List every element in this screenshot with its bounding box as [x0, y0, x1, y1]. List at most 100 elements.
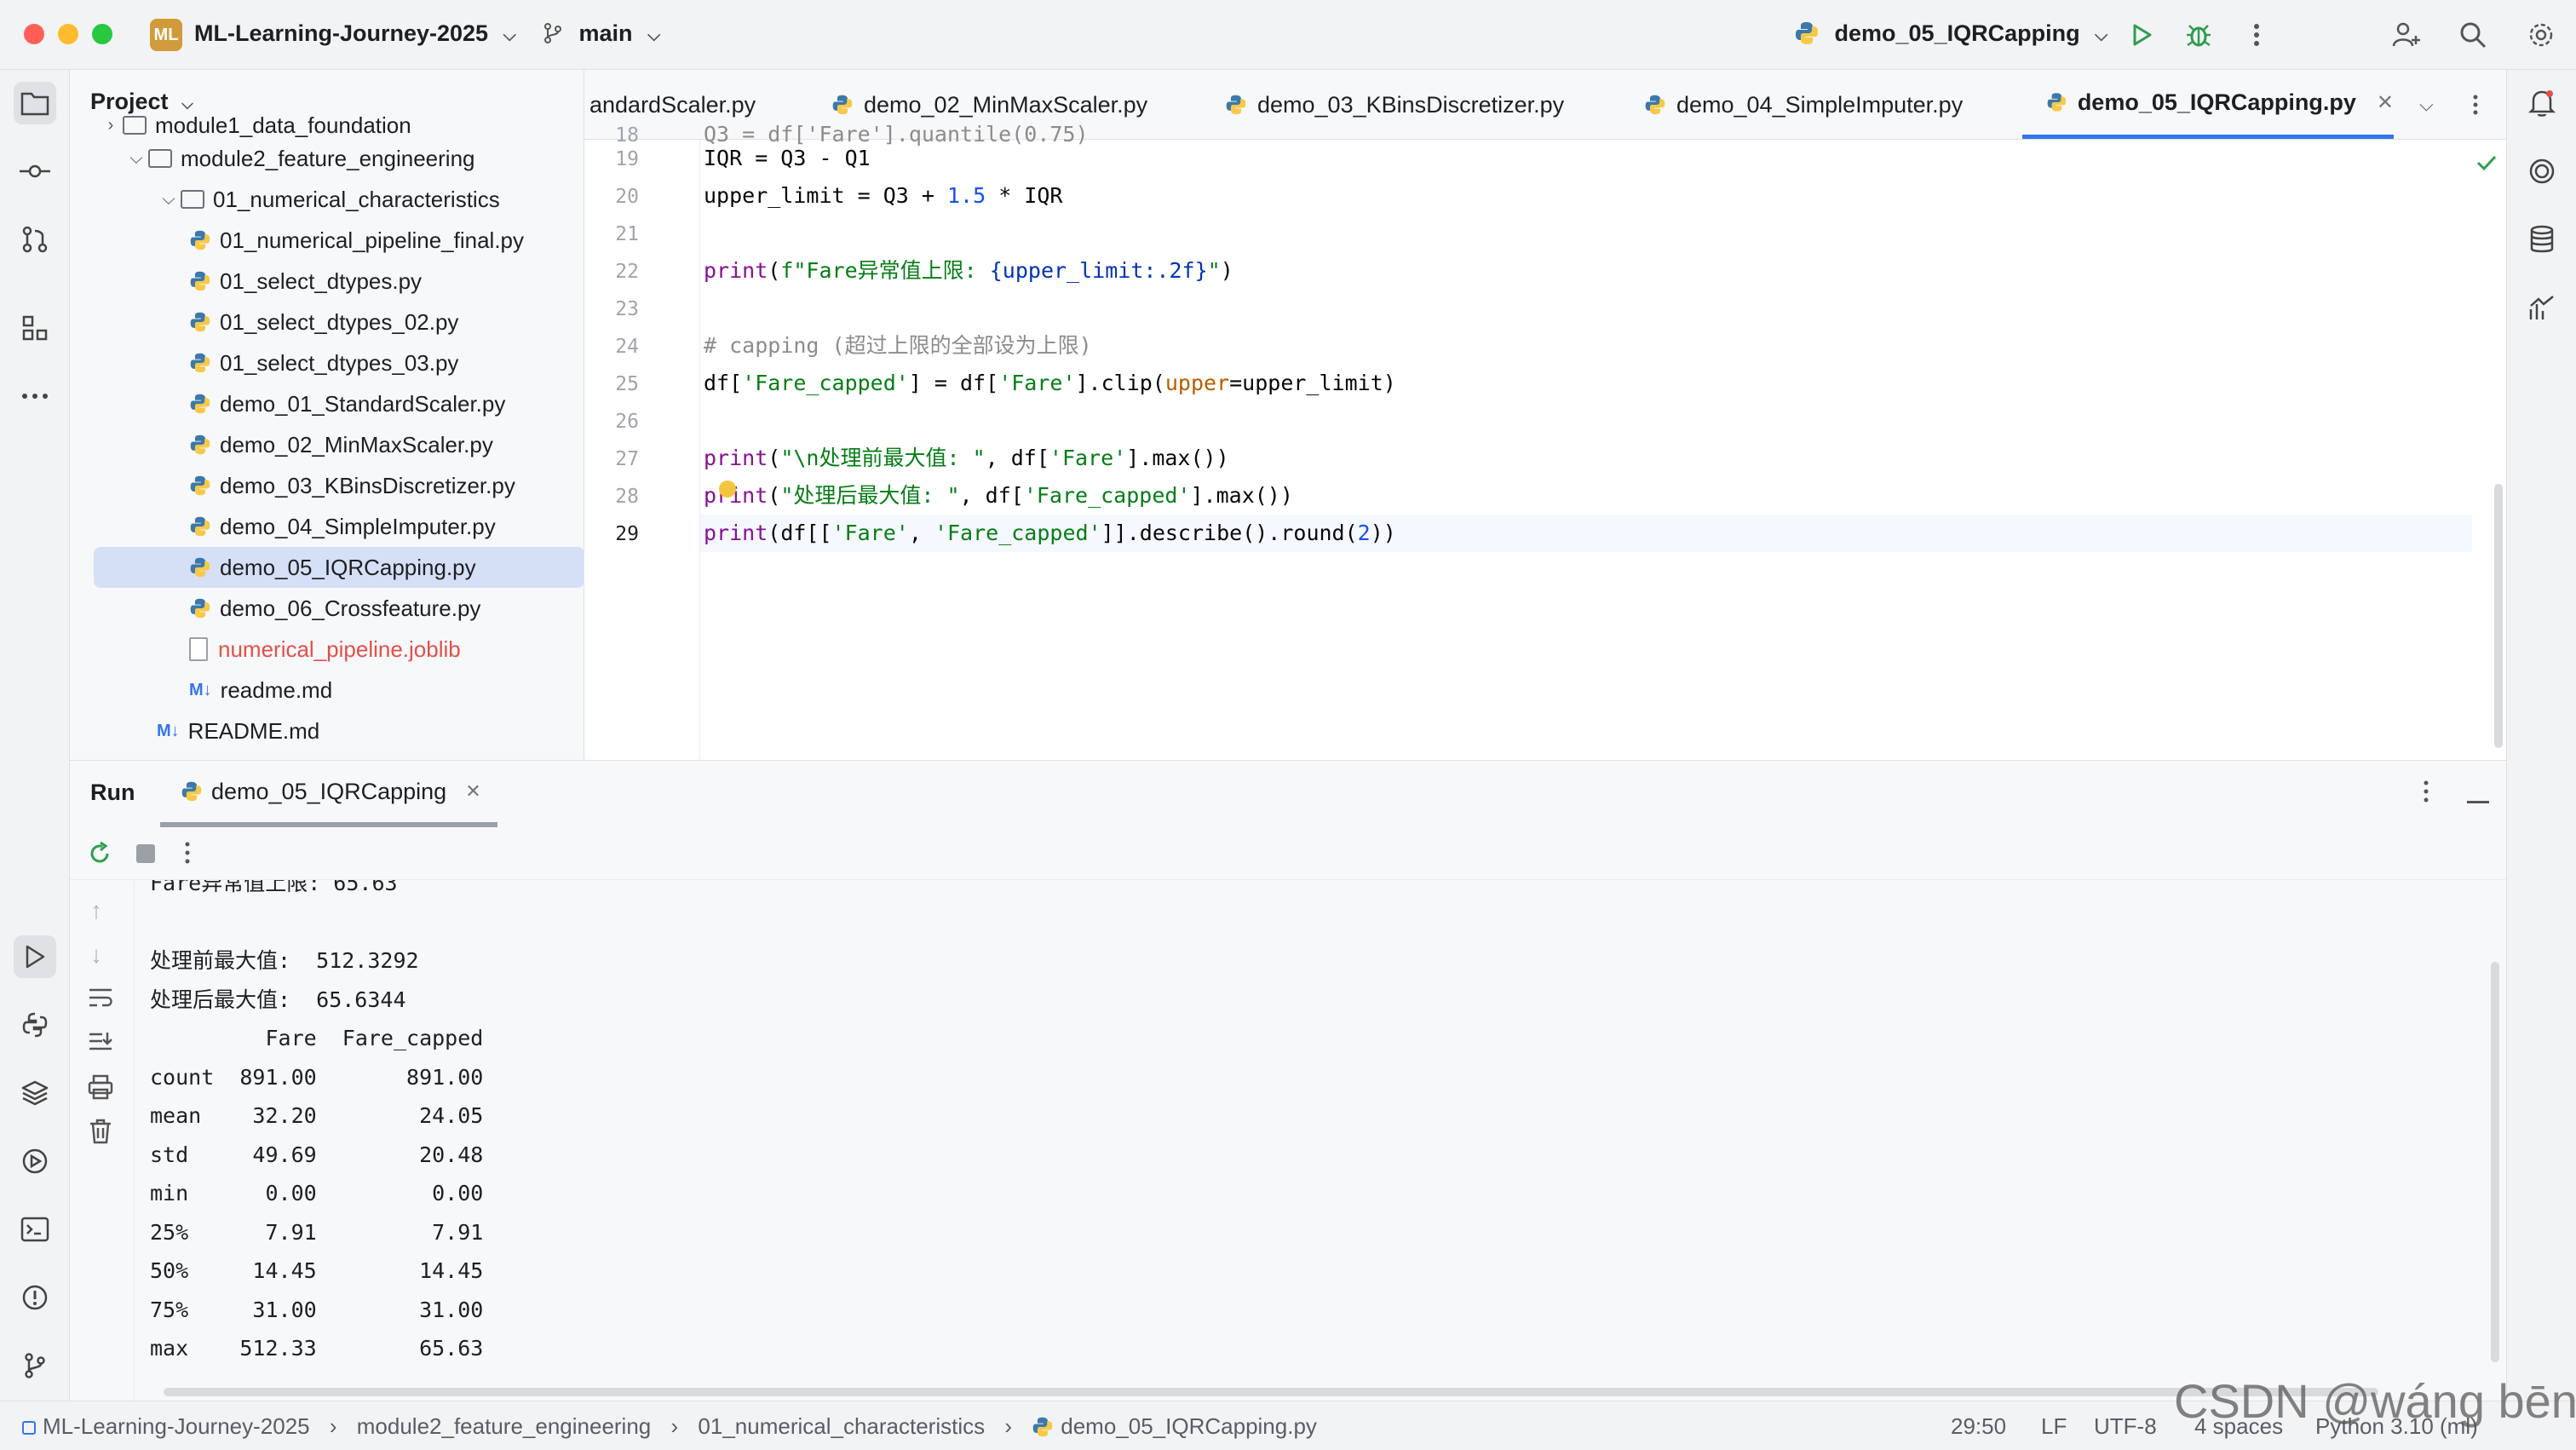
commit-tool-button[interactable] [14, 150, 56, 193]
pull-requests-tool-button[interactable] [14, 218, 56, 261]
tree-file-joblib[interactable]: numerical_pipeline.joblib [189, 629, 461, 670]
caret-position[interactable]: 29:50 [1951, 1413, 2006, 1440]
scroll-to-end-button[interactable] [87, 1030, 114, 1058]
tree-file-py[interactable]: demo_01_StandardScaler.py [189, 383, 505, 424]
chart-icon [2529, 296, 2554, 319]
add-user-button[interactable] [2389, 17, 2424, 53]
terminal-tool-button[interactable] [14, 1208, 56, 1251]
gear-icon [2529, 23, 2553, 47]
tab-kbinsdiscretizer[interactable]: demo_03_KBinsDiscretizer.py [1225, 70, 1564, 139]
python-icon [1645, 95, 1665, 115]
line-number: 23 [615, 298, 639, 320]
tree-file-py[interactable]: 01_numerical_pipeline_final.py [189, 220, 524, 261]
breadcrumb-item[interactable]: 01_numerical_characteristics [698, 1413, 985, 1439]
breadcrumb-item[interactable]: demo_05_IQRCapping.py [1061, 1413, 1317, 1439]
tabs-dropdown-button[interactable]: ⌵ [2419, 70, 2434, 139]
minimize-window-button[interactable] [58, 24, 78, 44]
python-packages-tool-button[interactable] [14, 1072, 56, 1114]
project-selector[interactable]: ML-Learning-Journey-2025 ⌵ [194, 20, 516, 47]
more-horizontal-icon [22, 394, 48, 399]
branch-selector[interactable]: main ⌵ [542, 20, 660, 47]
clear-console-button[interactable] [89, 1119, 112, 1148]
zoom-window-button[interactable] [92, 24, 112, 44]
git-tool-button[interactable] [14, 1344, 56, 1387]
run-tab[interactable]: demo_05_IQRCapping ✕ [160, 761, 497, 827]
soft-wrap-button[interactable] [87, 986, 114, 1014]
code-text: ( [768, 483, 781, 508]
module-icon [22, 1421, 36, 1435]
intention-bulb-icon[interactable] [719, 480, 736, 498]
tree-folder-module1[interactable]: › module1_data_foundation [99, 112, 411, 138]
code-string: "\n处理前最大值: " [780, 446, 986, 470]
tab-simpleimputer[interactable]: demo_04_SimpleImputer.py [1644, 70, 1963, 139]
tree-file-readme-lower[interactable]: M↓ readme.md [189, 670, 332, 711]
sciview-button[interactable] [2521, 286, 2563, 329]
notifications-button[interactable] [2521, 82, 2563, 124]
search-button[interactable] [2455, 17, 2491, 53]
hide-panel-button[interactable] [2467, 793, 2489, 808]
structure-tool-button[interactable] [14, 307, 56, 349]
tree-file-py[interactable]: demo_02_MinMaxScaler.py [189, 424, 493, 465]
editor-scrollbar[interactable] [2494, 484, 2503, 748]
run-toolbar-more-button[interactable] [184, 841, 191, 869]
tree-file-readme-upper[interactable]: M↓ README.md [157, 711, 319, 751]
run-panel-more-button[interactable] [2423, 780, 2429, 808]
python-console-tool-button[interactable] [14, 1004, 56, 1046]
code-text: ].max()) [1190, 483, 1293, 508]
tree-folder-numerical[interactable]: ⌵ 01_numerical_characteristics [157, 179, 499, 220]
ai-assistant-button[interactable] [2521, 150, 2563, 193]
line-number: 27 [615, 448, 639, 470]
console-output[interactable]: Fare异常值上限: 65.63 处理前最大值: 512.3292 处理后最大值: … [150, 880, 2484, 1391]
close-icon[interactable]: ✕ [465, 780, 480, 803]
file-encoding[interactable]: UTF-8 [2094, 1413, 2157, 1440]
tree-file-py[interactable]: 01_select_dtypes.py [189, 261, 422, 302]
more-actions-button[interactable] [2239, 17, 2274, 53]
tree-file-py[interactable]: demo_06_Crossfeature.py [189, 588, 480, 629]
tree-item-label: demo_01_StandardScaler.py [220, 390, 506, 417]
scroll-up-button[interactable]: ↑ [90, 897, 102, 924]
project-tool-button[interactable] [14, 82, 56, 124]
line-ending[interactable]: LF [2041, 1413, 2067, 1440]
debug-button[interactable] [2181, 17, 2217, 53]
tree-file-py[interactable]: demo_04_SimpleImputer.py [189, 506, 496, 547]
tabs-more-button[interactable] [2472, 70, 2479, 139]
database-button[interactable] [2521, 218, 2563, 261]
settings-button[interactable] [2523, 17, 2559, 53]
python-icon [190, 475, 210, 496]
breadcrumb-item[interactable]: ML-Learning-Journey-2025 [43, 1413, 310, 1439]
tab-iqrcapping[interactable]: demo_05_IQRCapping.py ✕ [2022, 70, 2394, 139]
run-tool-button[interactable] [14, 935, 56, 978]
breadcrumb-item[interactable]: module2_feature_engineering [357, 1413, 652, 1439]
tree-folder-module2[interactable]: ⌵ module2_feature_engineering [124, 138, 474, 179]
problems-tool-button[interactable] [14, 1276, 56, 1319]
console-line: Fare Fare_capped [150, 1026, 484, 1050]
close-icon[interactable]: ✕ [2377, 90, 2394, 115]
run-config-selector[interactable]: demo_05_IQRCapping ⌵ [1794, 20, 2107, 47]
console-line: 25% 7.91 7.91 [150, 1219, 484, 1245]
project-panel-header[interactable]: Project ⌵ [90, 89, 193, 115]
print-button[interactable] [87, 1074, 114, 1104]
stop-button[interactable] [136, 844, 155, 863]
rerun-button[interactable] [87, 841, 112, 871]
code-line: IQR = Q3 - Q1 [704, 140, 871, 177]
soft-wrap-icon [89, 988, 112, 1007]
close-window-button[interactable] [24, 24, 44, 44]
tree-item-label: README.md [187, 717, 320, 744]
code-view[interactable]: Q3 = df['Fare'].quantile(0.75) IQR = Q3 … [700, 122, 2493, 760]
tree-file-py[interactable]: 01_select_dtypes_03.py [189, 342, 458, 383]
run-button[interactable] [2123, 17, 2159, 53]
bug-icon [2187, 25, 2211, 47]
tree-file-py[interactable]: demo_03_KBinsDiscretizer.py [189, 465, 515, 506]
more-tools-button[interactable] [14, 375, 56, 417]
inspection-ok-icon[interactable] [2474, 150, 2499, 175]
git-branch-icon [544, 23, 561, 43]
console-scrollbar[interactable] [2491, 962, 2499, 1362]
scroll-down-button[interactable]: ↓ [90, 941, 102, 969]
code-text: df[ [704, 371, 743, 395]
tree-file-py[interactable]: demo_05_IQRCapping.py [94, 547, 584, 588]
tree-file-py[interactable]: 01_select_dtypes_02.py [189, 302, 458, 342]
console-line: 50% 14.45 14.45 [150, 1258, 484, 1283]
console-horizontal-scrollbar[interactable] [164, 1388, 2378, 1396]
services-tool-button[interactable] [14, 1140, 56, 1182]
git-branch-icon [25, 1353, 45, 1378]
